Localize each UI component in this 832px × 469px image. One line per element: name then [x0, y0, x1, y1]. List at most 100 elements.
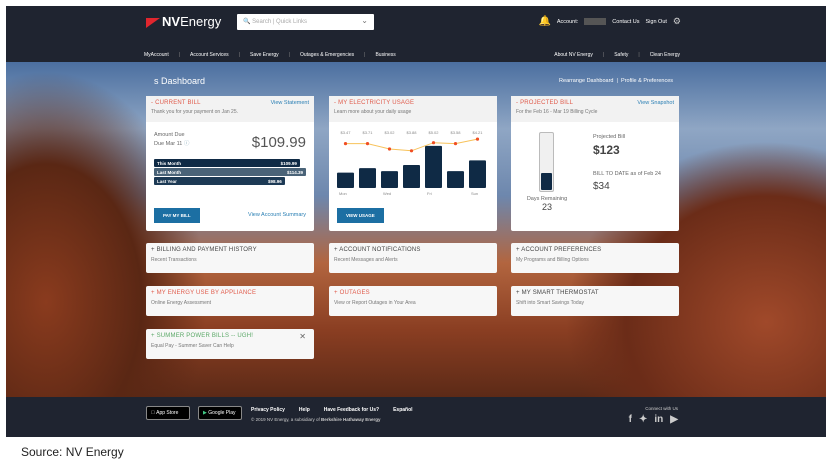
footer-link[interactable]: Have Feedback for Us? [324, 407, 379, 413]
tile-subtitle: Online Energy Assessment [151, 300, 212, 306]
nav-item[interactable]: Save Energy [250, 52, 279, 58]
nav-item[interactable]: Account Services [190, 52, 229, 58]
account-bar: 🔔 Account: Contact Us Sign Out ⚙ [538, 16, 681, 27]
bill-row: This Month $109.99 [154, 159, 300, 167]
usage-bar[interactable] [381, 171, 398, 188]
secondary-nav: About NV Energy | Safety | Clean Energy [554, 52, 680, 58]
profile-preferences-link[interactable]: Profile & Preferences [621, 78, 673, 84]
play-icon: ▶ [203, 410, 207, 416]
contact-us-link[interactable]: Contact Us [612, 19, 639, 25]
projected-label: Projected Bill [593, 134, 626, 140]
projected-value: $123 [593, 143, 620, 157]
card-subtitle: For the Feb 16 - Mar 19 Billing Cycle [516, 109, 598, 115]
nv-energy-logo[interactable]: NVEnergy [146, 14, 221, 29]
logo-icon [146, 17, 160, 28]
app-window: NVEnergy 🔍 Search | Quick Links ⌄ 🔔 Accou… [6, 6, 826, 437]
footer-links: Privacy Policy Help Have Feedback for Us? E… [251, 407, 413, 413]
nav-divider: | [178, 52, 181, 58]
days-gauge [539, 132, 554, 192]
view-account-summary-link[interactable]: View Account Summary [248, 212, 306, 218]
twitter-icon[interactable]: ✦ [639, 414, 647, 425]
cost-label: $4.21 [472, 130, 483, 135]
page-title: s Dashboard [154, 76, 206, 86]
bill-to-date-label: BILL TO DATE as of Feb 24 [593, 171, 661, 177]
nav-item[interactable]: Outages & Emergencies [300, 52, 354, 58]
dashboard-tile[interactable]: + ACCOUNT NOTIFICATIONS Recent Messages a… [329, 243, 497, 273]
nav-item[interactable]: Business [375, 52, 395, 58]
days-gauge-fill [541, 172, 552, 190]
tile-title: + SUMMER POWER BILLS -- UGH! [151, 333, 254, 339]
dashboard-tile[interactable]: + ACCOUNT PREFERENCES My Programs and Bil… [511, 243, 679, 273]
x-tick-label: Fri [427, 191, 432, 196]
gear-icon[interactable]: ⚙ [673, 16, 681, 27]
footer-link[interactable]: Privacy Policy [251, 407, 285, 413]
cost-label: $3.71 [362, 130, 373, 135]
parent-company: Berkshire Hathaway Energy [321, 417, 381, 422]
cost-point [343, 142, 348, 146]
footer-link[interactable]: Español [393, 407, 412, 413]
info-icon[interactable]: ⓘ [184, 141, 190, 147]
facebook-icon[interactable]: f [629, 414, 632, 425]
nav-item[interactable]: Clean Energy [650, 52, 680, 58]
dashboard-tile[interactable]: + SUMMER POWER BILLS -- UGH! Equal Pay - … [146, 329, 314, 359]
usage-bar[interactable] [469, 160, 486, 188]
tile-title: + MY SMART THERMOSTAT [516, 290, 599, 296]
cost-label: $3.02 [384, 130, 395, 135]
bill-row-value: $98.96 [267, 178, 282, 184]
view-statement-link[interactable]: View Statement [271, 100, 309, 106]
chevron-down-icon[interactable]: ⌄ [361, 16, 368, 25]
nav-item[interactable]: Safety [614, 52, 628, 58]
cost-label: $3.47 [340, 130, 351, 135]
x-tick-label: Mon [339, 191, 347, 196]
usage-bar[interactable] [447, 171, 464, 188]
youtube-icon[interactable]: ▶ [670, 414, 678, 425]
pay-my-bill-button[interactable]: PAY MY BILL [154, 208, 200, 223]
dashboard-tile[interactable]: + OUTAGES View or Report Outages in Your … [329, 286, 497, 316]
card-subtitle: Thank you for your payment on Jan 25. [151, 109, 238, 115]
tile-subtitle: Shift into Smart Savings Today [516, 300, 584, 306]
bill-to-date-value: $34 [593, 181, 610, 192]
search-placeholder: Search | Quick Links [252, 19, 308, 25]
view-snapshot-link[interactable]: View Snapshot [637, 100, 674, 106]
tile-title: + MY ENERGY USE BY APPLIANCE [151, 290, 257, 296]
bill-row-value: $114.39 [286, 169, 303, 175]
amount-label: Amount Due [154, 132, 185, 138]
close-icon[interactable]: ✕ [299, 332, 306, 341]
bill-row-label: Last Month [157, 169, 181, 175]
tile-title: + OUTAGES [334, 290, 370, 296]
card-subtitle: Learn more about your daily usage [334, 109, 412, 115]
dashboard-links: Rearrange Dashboard | Profile & Preferen… [559, 78, 673, 84]
usage-bar[interactable] [337, 172, 354, 188]
usage-bar[interactable] [425, 145, 442, 188]
dashboard-tile[interactable]: + BILLING AND PAYMENT HISTORY Recent Tran… [146, 243, 314, 273]
tile-subtitle: Recent Messages and Alerts [334, 257, 398, 263]
footer-link[interactable]: Help [299, 407, 310, 413]
bill-row-label: This Month [157, 160, 181, 166]
sign-out-link[interactable]: Sign Out [646, 19, 667, 25]
linkedin-icon[interactable]: in [654, 414, 663, 425]
search-input[interactable]: 🔍 Search | Quick Links ⌄ [237, 14, 374, 30]
bill-row: Last Year $98.96 [154, 177, 285, 185]
header: NVEnergy 🔍 Search | Quick Links ⌄ 🔔 Accou… [6, 6, 826, 62]
app-store-badge[interactable]:  App Store [146, 406, 190, 420]
cost-point [409, 149, 414, 153]
tile-subtitle: My Programs and Billing Options [516, 257, 589, 263]
usage-bar[interactable] [359, 168, 376, 188]
tile-subtitle: Equal Pay - Summer Saver Can Help [151, 343, 234, 349]
google-play-badge[interactable]: ▶ Google Play [198, 406, 242, 420]
cost-point [431, 141, 436, 145]
days-remaining: Days Remaining 23 [525, 196, 569, 212]
dashboard-tile[interactable]: + MY ENERGY USE BY APPLIANCE Online Energ… [146, 286, 314, 316]
projected-bill-card: - PROJECTED BILL For the Feb 16 - Mar 19 … [511, 96, 679, 231]
nav-item[interactable]: About NV Energy [554, 52, 593, 58]
tile-title: + ACCOUNT NOTIFICATIONS [334, 247, 421, 253]
bill-row: Last Month $114.39 [154, 168, 306, 176]
view-usage-button[interactable]: VIEW USAGE [337, 208, 384, 223]
bell-icon[interactable]: 🔔 [538, 16, 550, 27]
dashboard-tile[interactable]: + MY SMART THERMOSTAT Shift into Smart Sa… [511, 286, 679, 316]
social-icons: f ✦ in ▶ [629, 414, 678, 425]
bill-row-value: $109.99 [280, 160, 297, 166]
rearrange-dashboard-link[interactable]: Rearrange Dashboard [559, 78, 613, 84]
usage-bar[interactable] [403, 165, 420, 188]
nav-item[interactable]: MyAccount [144, 52, 169, 58]
